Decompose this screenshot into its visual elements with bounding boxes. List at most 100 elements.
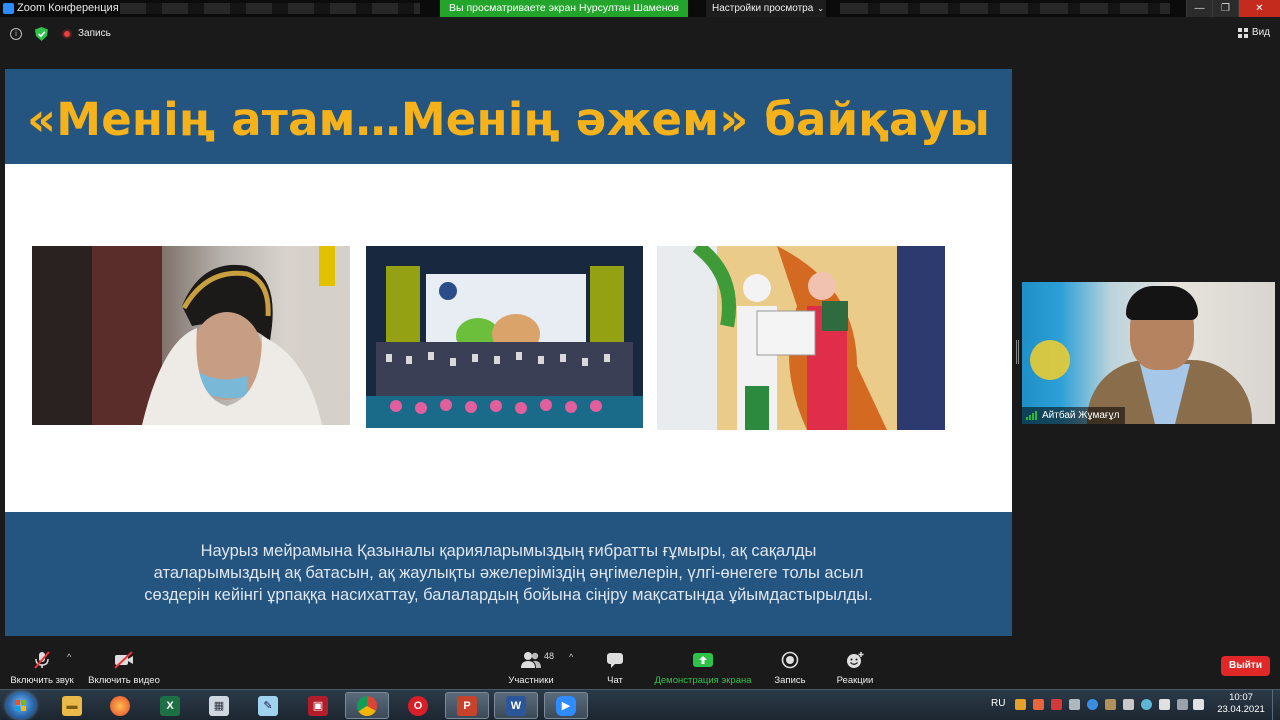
slide-footer: Наурыз мейрамына Қазыналы қарияларымызды… <box>5 512 1012 636</box>
panel-resize-handle[interactable] <box>1016 340 1019 364</box>
calculator-icon: ▦ <box>209 695 229 716</box>
participants-options-caret[interactable]: ^ <box>569 652 573 662</box>
participants-count: 48 <box>544 651 555 661</box>
taskbar-firefox[interactable] <box>98 692 142 719</box>
view-label: Вид <box>1251 27 1270 38</box>
thumbnail-strip <box>120 3 420 14</box>
clock-time: 10:07 <box>1229 692 1253 703</box>
zoom-window: Zoom Конференция Вы просматриваете экран… <box>0 0 1280 720</box>
thumbnail-strip-right <box>840 3 1170 14</box>
recording-label: Запись <box>78 28 111 39</box>
taskbar-zoom[interactable]: ▶ <box>544 692 588 719</box>
recording-icon <box>62 29 72 39</box>
windows-taskbar: ▬ X ▦ ✎ ▣ O P W ▶ RU <box>0 689 1280 720</box>
view-settings-button[interactable]: Настройки просмотра ⌄ <box>706 0 826 17</box>
taskbar-explorer[interactable]: ▬ <box>50 692 94 719</box>
window-title: Zoom Конференция <box>17 2 119 14</box>
share-screen-label: Демонстрация экрана <box>654 675 752 686</box>
app-icon: ▣ <box>308 695 328 716</box>
window-controls: — ❐ ✕ <box>1186 0 1280 17</box>
reactions-button[interactable]: Реакции <box>834 643 876 689</box>
title-bar: Zoom Конференция Вы просматриваете экран… <box>0 0 1280 17</box>
record-label: Запись <box>774 675 806 686</box>
view-button[interactable]: Вид <box>1237 27 1270 38</box>
chevron-down-icon: ⌄ <box>817 4 824 13</box>
tray-app-icon[interactable] <box>1069 699 1080 710</box>
taskbar-calculator[interactable]: ▦ <box>197 692 241 719</box>
opera-icon: O <box>408 695 428 716</box>
chat-icon <box>606 649 624 671</box>
taskbar-powerpoint[interactable]: P <box>445 692 489 719</box>
share-screen-icon <box>693 649 713 671</box>
maximize-button[interactable]: ❐ <box>1212 0 1238 17</box>
photo-children-award <box>657 246 945 430</box>
photo-stage-group <box>366 246 643 428</box>
grid-icon <box>1237 27 1248 38</box>
view-settings-label: Настройки просмотра <box>712 3 814 14</box>
participant-name: Айтбай Жұмағұл <box>1042 410 1120 421</box>
signal-strength-icon <box>1026 411 1038 420</box>
tray-app-icon[interactable] <box>1159 699 1170 710</box>
tray-app-icon[interactable] <box>1051 699 1062 710</box>
record-button[interactable]: Запись <box>772 643 808 689</box>
slide-header: «Менің атам…Менің әжем» байқауы <box>5 69 1012 164</box>
taskbar-opera[interactable]: O <box>396 692 440 719</box>
leave-meeting-button[interactable]: Выйти <box>1221 656 1270 676</box>
chrome-icon <box>357 695 377 716</box>
share-banner: Вы просматриваете экран Нурсултан Шамено… <box>440 0 688 17</box>
network-icon[interactable] <box>1177 699 1188 710</box>
tray-app-icon[interactable] <box>1141 699 1152 710</box>
minimize-button[interactable]: — <box>1186 0 1212 17</box>
folder-icon: ▬ <box>62 695 82 716</box>
tray-app-icon[interactable] <box>1105 699 1116 710</box>
zoom-app-icon <box>3 3 14 14</box>
shield-check-icon[interactable] <box>35 27 48 41</box>
chat-label: Чат <box>607 675 623 686</box>
slide-description: Наурыз мейрамына Қазыналы қарияларымызды… <box>65 540 952 606</box>
firefox-icon <box>110 695 130 716</box>
share-screen-button[interactable]: Демонстрация экрана <box>652 643 754 689</box>
participant-video-tile[interactable]: Айтбай Жұмағұл <box>1022 282 1275 424</box>
taskbar-notes[interactable]: ✎ <box>246 692 290 719</box>
zoom-icon: ▶ <box>556 695 576 716</box>
smiley-icon <box>845 649 865 671</box>
word-icon: W <box>506 695 526 716</box>
tray-app-icon[interactable] <box>1015 699 1026 710</box>
mic-muted-icon <box>32 649 52 671</box>
taskbar-word[interactable]: W <box>494 692 538 719</box>
participants-icon <box>520 649 542 671</box>
slide-text-line: аталарымыздың ақ батасын, ақ жаулықты әж… <box>153 564 864 582</box>
powerpoint-icon: P <box>457 695 477 716</box>
record-icon <box>781 649 799 671</box>
language-indicator[interactable]: RU <box>991 698 1005 709</box>
info-icon[interactable]: i <box>10 28 22 40</box>
show-desktop-button[interactable] <box>1272 690 1280 720</box>
unmute-button[interactable]: Включить звук <box>8 643 76 689</box>
participants-button[interactable]: Участники <box>504 643 558 689</box>
video-off-icon <box>113 649 135 671</box>
taskbar-excel[interactable]: X <box>148 692 192 719</box>
slide-text-line: сөздерін кейінгі ұрпаққа насихаттау, бал… <box>144 586 873 604</box>
tray-app-icon[interactable] <box>1123 699 1134 710</box>
taskbar-app[interactable]: ▣ <box>296 692 340 719</box>
close-button[interactable]: ✕ <box>1238 0 1280 17</box>
taskbar-chrome[interactable] <box>345 692 389 719</box>
shared-screen-slide: «Менің атам…Менің әжем» байқауы Наурыз м… <box>5 69 1012 636</box>
meeting-top-bar: i Запись Вид <box>0 17 1280 50</box>
tray-app-icon[interactable] <box>1087 699 1098 710</box>
chat-button[interactable]: Чат <box>600 643 630 689</box>
meeting-toolbar: Включить звук ^ Включить видео Участники… <box>0 643 1280 689</box>
photo-grandmother <box>32 246 350 425</box>
volume-icon[interactable] <box>1193 699 1204 710</box>
taskbar-clock[interactable]: 10:07 23.04.2021 <box>1216 692 1266 716</box>
audio-options-caret[interactable]: ^ <box>67 652 71 662</box>
start-video-button[interactable]: Включить видео <box>86 643 162 689</box>
participant-name-bar: Айтбай Жұмағұл <box>1022 407 1126 424</box>
notes-icon: ✎ <box>258 695 278 716</box>
start-button[interactable] <box>6 692 36 719</box>
reactions-label: Реакции <box>836 675 874 686</box>
slide-title: «Менің атам…Менің әжем» байқауы <box>26 93 991 146</box>
tray-app-icon[interactable] <box>1033 699 1044 710</box>
start-video-label: Включить видео <box>88 675 160 686</box>
participant-hair <box>1126 286 1198 320</box>
